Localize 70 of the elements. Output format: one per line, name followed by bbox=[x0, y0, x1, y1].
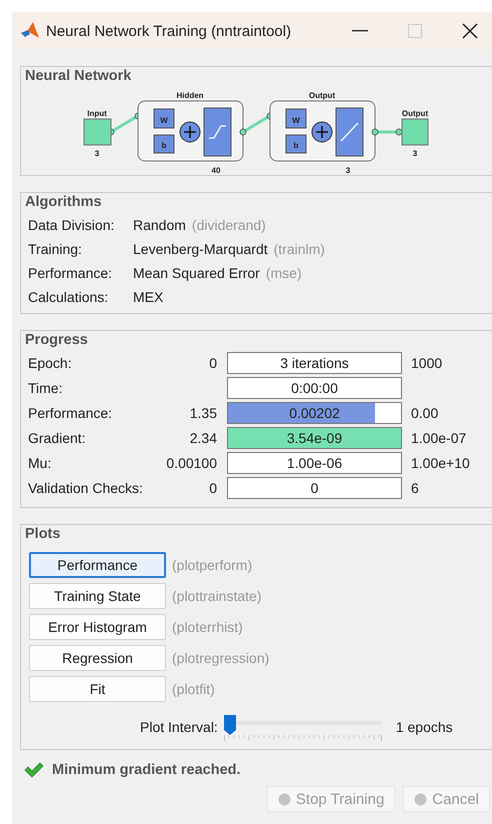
plot-button[interactable]: Fit bbox=[29, 676, 166, 702]
field-value: MEX bbox=[133, 289, 164, 305]
function-name: (trainlm) bbox=[274, 241, 325, 257]
function-name: (plotregression) bbox=[172, 650, 270, 666]
layer-label: Output bbox=[308, 91, 336, 100]
output-node bbox=[402, 118, 428, 146]
start-value: 0.00100 bbox=[166, 455, 217, 471]
input-size: 3 bbox=[94, 149, 100, 158]
status-message: Minimum gradient reached. bbox=[52, 762, 241, 778]
function-name: (dividerand) bbox=[192, 217, 266, 233]
end-value: 1.00e+10 bbox=[411, 455, 470, 471]
field-value: Levenberg-Marquardt bbox=[133, 241, 268, 257]
layer-label: Hidden bbox=[176, 91, 204, 100]
plot-button[interactable]: Regression bbox=[29, 645, 166, 671]
start-value: 1.35 bbox=[190, 405, 217, 421]
plot-button[interactable]: Error Histogram bbox=[29, 614, 166, 640]
sigmoid-transfer-block bbox=[204, 108, 232, 156]
connector-line bbox=[372, 128, 402, 136]
circle-icon bbox=[414, 792, 428, 806]
bias-block: b bbox=[286, 134, 306, 154]
function-name: (plotfit) bbox=[172, 681, 215, 697]
field-label: Data Division: bbox=[28, 217, 116, 233]
circle-icon bbox=[278, 792, 291, 806]
weight-block: W bbox=[286, 108, 306, 128]
function-name: (plotperform) bbox=[172, 557, 252, 573]
close-icon[interactable] bbox=[462, 23, 478, 39]
field-label: Performance: bbox=[28, 265, 114, 281]
start-value: 0 bbox=[209, 355, 217, 371]
field-value: Random bbox=[133, 217, 186, 233]
slider-label: Plot Interval: bbox=[140, 719, 218, 735]
weight-block: W bbox=[154, 108, 174, 128]
field-label: Validation Checks: bbox=[28, 480, 144, 496]
window-title: Neural Network Training (nntraintool) bbox=[46, 22, 292, 40]
field-label: Gradient: bbox=[28, 430, 87, 446]
layer-size: 3 bbox=[346, 166, 350, 175]
plot-button[interactable]: Training State bbox=[29, 583, 166, 609]
linear-transfer-block bbox=[336, 108, 364, 156]
output-size: 3 bbox=[412, 149, 418, 158]
field-label: Mu: bbox=[28, 455, 52, 471]
input-node bbox=[84, 118, 112, 146]
function-name: (mse) bbox=[266, 265, 302, 281]
slider-reading: 1 epochs bbox=[396, 719, 453, 735]
field-label: Epoch: bbox=[28, 355, 73, 371]
progress-value: 0.00202 bbox=[289, 405, 340, 421]
bias-block: b bbox=[154, 134, 174, 154]
slider-thumb[interactable] bbox=[224, 715, 236, 735]
peak-logo-icon bbox=[20, 21, 40, 41]
end-value: 0.00 bbox=[411, 405, 438, 421]
function-name: (plottrainstate) bbox=[172, 588, 262, 604]
end-value: 1.00e-07 bbox=[411, 430, 466, 446]
checkmark-icon bbox=[24, 762, 44, 778]
field-label: Training: bbox=[28, 241, 83, 257]
sum-node bbox=[312, 122, 332, 142]
connector-line bbox=[240, 116, 269, 136]
function-name: (ploterrhist) bbox=[172, 619, 243, 635]
start-value: 2.34 bbox=[190, 430, 217, 446]
minimize-icon[interactable] bbox=[352, 30, 368, 32]
end-value: 1000 bbox=[411, 355, 442, 371]
sum-node bbox=[180, 122, 200, 142]
start-value: 0 bbox=[209, 480, 217, 496]
input-label: Input bbox=[87, 109, 107, 118]
output-label: Output bbox=[402, 109, 428, 118]
field-label: Performance: bbox=[28, 405, 114, 421]
field-value: Mean Squared Error bbox=[133, 265, 260, 281]
end-value: 6 bbox=[411, 480, 419, 496]
field-label: Calculations: bbox=[28, 289, 110, 305]
layer-size: 40 bbox=[212, 166, 220, 175]
plot-button[interactable]: Performance bbox=[29, 552, 166, 578]
progress-value: 3.54e-09 bbox=[286, 430, 342, 446]
field-label: Time: bbox=[28, 380, 64, 396]
